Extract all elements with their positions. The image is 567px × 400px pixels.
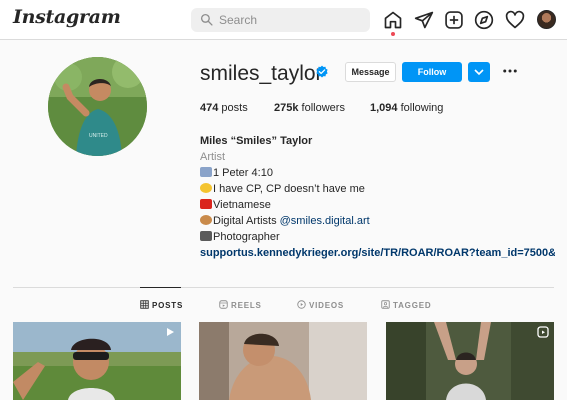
post-thumbnail[interactable] (199, 322, 367, 400)
verified-badge-icon (316, 65, 328, 78)
post-thumbnail[interactable] (386, 322, 554, 400)
bio-category: Artist (200, 151, 226, 163)
bio-line: Vietnamese (200, 197, 560, 213)
reels-icon (219, 300, 228, 309)
tab-reels[interactable]: REELS (219, 300, 262, 310)
search-input[interactable]: Search (191, 8, 370, 32)
tabs-divider (13, 287, 554, 288)
followers-count[interactable]: 275k followers (274, 102, 345, 114)
svg-text:UNITED: UNITED (89, 133, 108, 139)
post-image (386, 322, 554, 400)
video-icon (297, 300, 306, 309)
camera-icon (200, 231, 212, 241)
activity-heart-icon[interactable] (505, 10, 525, 30)
suggested-accounts-dropdown-button[interactable] (468, 62, 490, 82)
chevron-down-icon (474, 69, 484, 76)
instagram-logo[interactable]: Instagram (13, 6, 121, 28)
reel-indicator-icon (167, 328, 174, 336)
more-options-icon[interactable] (501, 62, 519, 80)
top-navigation-bar: Instagram Search (0, 0, 567, 40)
search-placeholder: Search (219, 13, 258, 27)
notification-dot (391, 32, 395, 36)
active-tab-indicator (140, 287, 181, 288)
posts-count: 474 posts (200, 102, 248, 114)
bio-external-link[interactable]: supportus.kennedykrieger.org/site/TR/ROA… (200, 245, 555, 261)
reels-icon (537, 326, 549, 338)
bio-line: Photographer (200, 229, 560, 245)
vietnam-flag-icon (200, 199, 212, 209)
tab-posts[interactable]: POSTS (140, 300, 183, 310)
tagged-icon (381, 300, 390, 309)
search-icon (200, 13, 213, 26)
message-button[interactable]: Message (345, 62, 396, 82)
bio-line: 1 Peter 4:10 (200, 165, 560, 181)
home-icon[interactable] (383, 10, 403, 30)
explore-icon[interactable] (474, 10, 494, 30)
profile-avatar-icon[interactable] (537, 10, 556, 29)
direct-message-icon[interactable] (414, 10, 434, 30)
profile-bio: Miles “Smiles” Taylor Artist 1 Peter 4:1… (200, 133, 560, 261)
tab-videos[interactable]: VIDEOS (297, 300, 344, 310)
profile-username: smiles_taylor (200, 62, 323, 85)
bio-line: I have CP, CP doesn’t have me (200, 181, 560, 197)
bio-mention-link[interactable]: @smiles.digital.art (280, 215, 370, 227)
profile-picture[interactable]: UNITED (48, 57, 147, 156)
following-count[interactable]: 1,094 following (370, 102, 443, 114)
new-post-icon[interactable] (444, 10, 464, 30)
praying-hands-icon (200, 167, 212, 177)
tab-tagged[interactable]: TAGGED (381, 300, 431, 310)
bio-full-name: Miles “Smiles” Taylor (200, 135, 313, 147)
bio-line: Digital Artists @smiles.digital.art (200, 213, 560, 229)
grid-icon (140, 300, 149, 309)
post-image (13, 322, 181, 400)
follow-button[interactable]: Follow (402, 62, 462, 82)
post-image (199, 322, 367, 400)
artist-palette-icon (200, 215, 212, 225)
post-thumbnail[interactable] (13, 322, 181, 400)
sunglasses-face-icon (200, 183, 212, 193)
